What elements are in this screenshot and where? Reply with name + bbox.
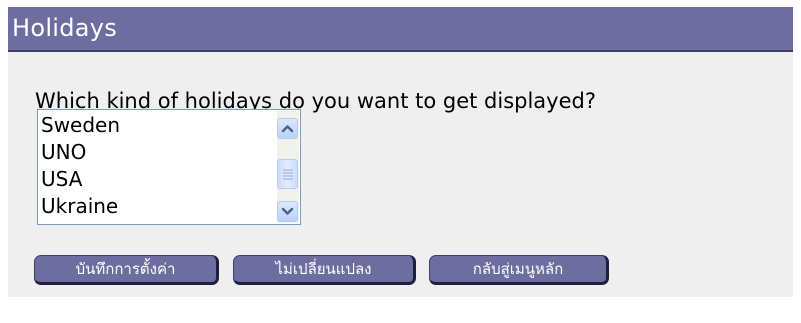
list-item-sweden[interactable]: Sweden [40, 112, 276, 139]
list-item-ukraine[interactable]: Ukraine [40, 193, 276, 220]
scroll-up-button[interactable] [277, 118, 298, 139]
panel-title: Holidays [12, 14, 118, 42]
no-change-button[interactable]: ไม่เปลี่ยนแปลง [233, 255, 416, 285]
scroll-down-arrow-icon [281, 207, 294, 215]
panel-body: Which kind of holidays do you want to ge… [8, 52, 793, 297]
list-item-uno[interactable]: UNO [40, 139, 276, 166]
list-item-usa[interactable]: USA [40, 166, 276, 193]
scroll-down-button[interactable] [277, 201, 298, 222]
scroll-up-arrow-icon [281, 125, 294, 133]
save-settings-button[interactable]: บันทึกการตั้งค่า [34, 255, 219, 285]
holiday-country-listbox[interactable]: Sweden UNO USA Ukraine [37, 109, 301, 225]
holidays-panel: Holidays Which kind of holidays do you w… [0, 0, 801, 323]
listbox-items: Sweden UNO USA Ukraine [40, 112, 276, 220]
back-to-main-menu-button[interactable]: กลับสู่เมนูหลัก [429, 255, 609, 285]
scroll-thumb-grip-icon [283, 169, 293, 180]
scroll-thumb[interactable] [277, 159, 298, 189]
listbox-scrollbar[interactable] [277, 111, 299, 223]
panel-header: Holidays [8, 7, 793, 52]
